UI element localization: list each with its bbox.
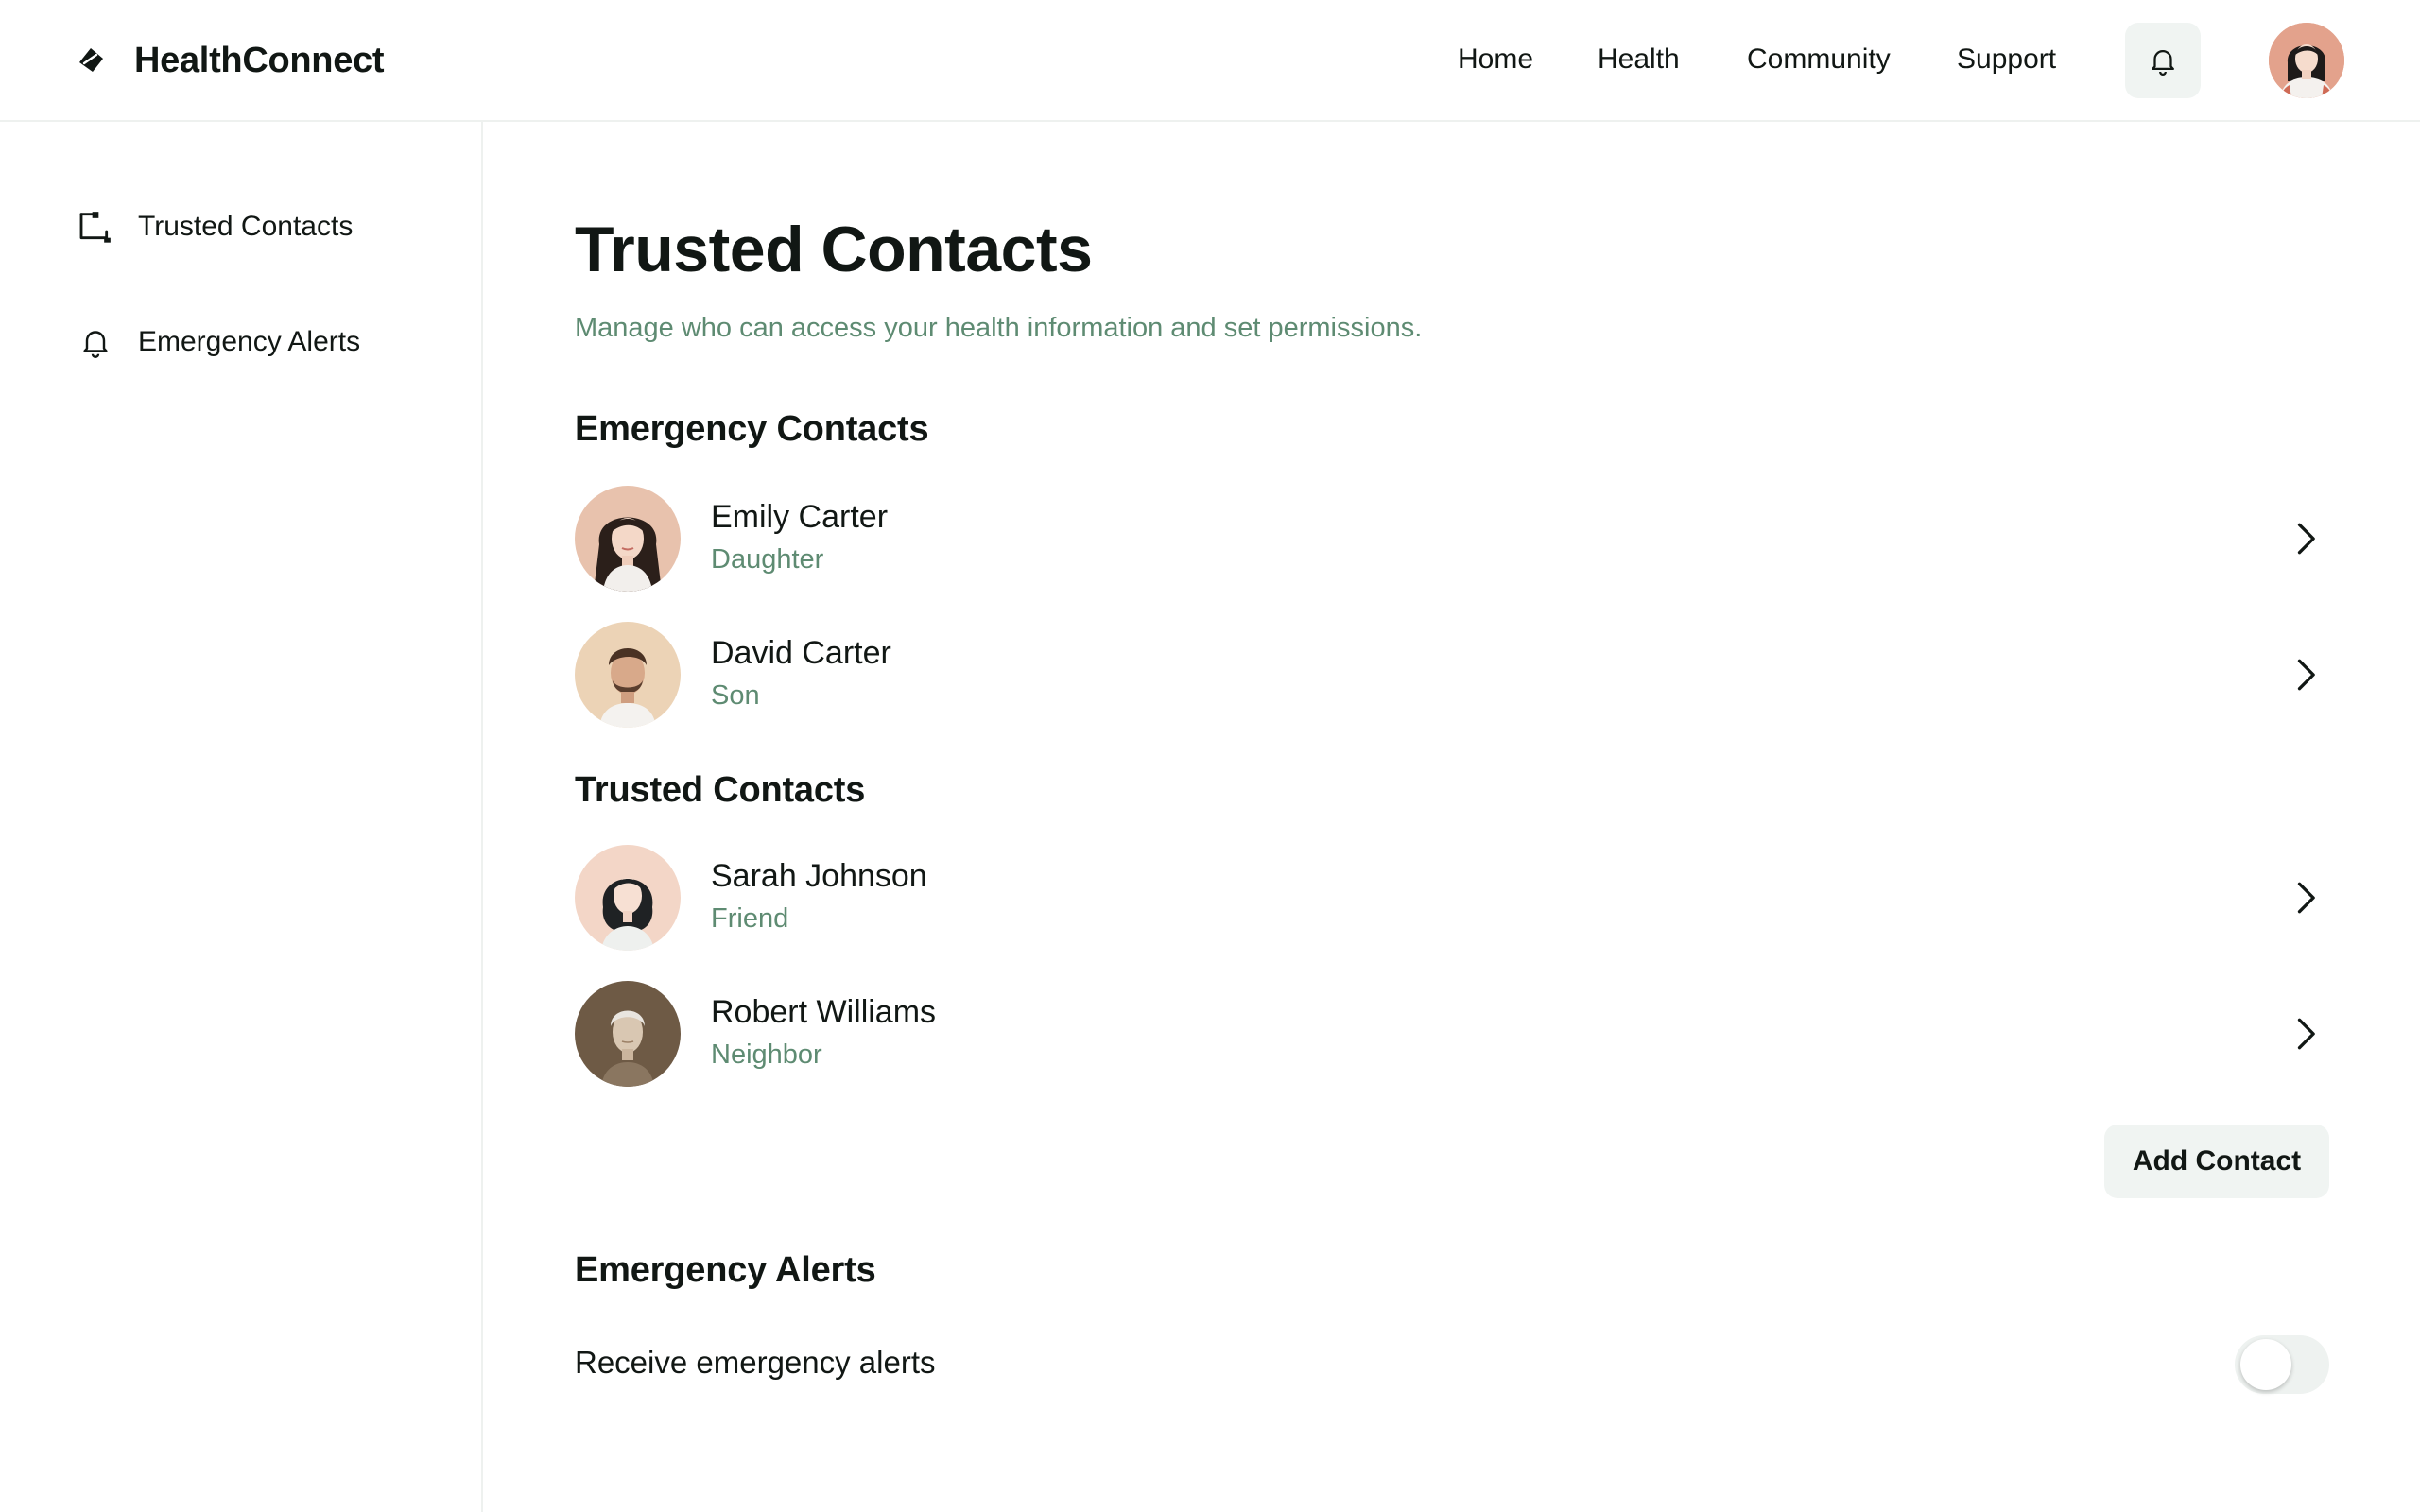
section-heading-emergency-alerts: Emergency Alerts [575, 1250, 876, 1290]
main-content: Trusted Contacts Manage who can access y… [575, 122, 2329, 1512]
contact-name: David Carter [711, 635, 891, 671]
page-subtitle: Manage who can access your health inform… [575, 313, 1423, 343]
contact-name: Sarah Johnson [711, 858, 927, 894]
contacts-card-icon [76, 207, 115, 247]
contact-name: Emily Carter [711, 499, 889, 535]
chevron-right-icon [2297, 882, 2315, 914]
nav-support[interactable]: Support [1957, 43, 2056, 76]
section-heading-emergency-contacts: Emergency Contacts [575, 409, 929, 449]
sidebar: Trusted Contacts Emergency Alerts [0, 122, 483, 1512]
bell-icon [2152, 50, 2174, 76]
page-title: Trusted Contacts [575, 214, 1093, 285]
nav-community[interactable]: Community [1747, 43, 1891, 76]
contact-row-emily-carter[interactable]: Emily Carter Daughter [575, 486, 2329, 592]
contact-row-david-carter[interactable]: David Carter Son [575, 622, 2329, 728]
brand-name: HealthConnect [134, 40, 385, 80]
notifications-button[interactable] [2125, 23, 2201, 98]
contact-name: Robert Williams [711, 994, 937, 1030]
chevron-right-icon [2297, 523, 2315, 555]
top-header: HealthConnect Home Health Community Supp… [0, 0, 2420, 122]
avatar [575, 622, 681, 728]
brand-logo-icon [79, 48, 103, 72]
add-contact-button[interactable]: Add Contact [2104, 1125, 2329, 1198]
contact-relation: Neighbor [711, 1040, 822, 1070]
chevron-right-icon [2297, 1018, 2315, 1050]
avatar [575, 981, 681, 1087]
contact-row-sarah-johnson[interactable]: Sarah Johnson Friend [575, 845, 2329, 951]
toggle-knob [2240, 1339, 2291, 1390]
brand[interactable]: HealthConnect [76, 36, 385, 85]
contact-row-robert-williams[interactable]: Robert Williams Neighbor [575, 981, 2329, 1087]
nav-health[interactable]: Health [1598, 43, 1680, 76]
avatar [575, 845, 681, 951]
sidebar-item-label: Trusted Contacts [138, 211, 354, 242]
emergency-alerts-toggle[interactable] [2235, 1335, 2329, 1394]
contact-relation: Friend [711, 903, 789, 934]
section-heading-trusted-contacts: Trusted Contacts [575, 770, 866, 810]
chevron-right-icon [2297, 659, 2315, 691]
sidebar-item-emergency-alerts[interactable]: Emergency Alerts [76, 319, 360, 365]
user-avatar-image [2269, 23, 2344, 98]
emergency-alerts-toggle-label: Receive emergency alerts [575, 1345, 936, 1380]
user-avatar[interactable] [2269, 23, 2344, 98]
contact-relation: Daughter [711, 544, 824, 575]
sidebar-item-trusted-contacts[interactable]: Trusted Contacts [76, 204, 353, 249]
avatar [575, 486, 681, 592]
bell-icon [76, 322, 115, 362]
sidebar-item-label: Emergency Alerts [138, 326, 361, 357]
nav-home[interactable]: Home [1458, 43, 1533, 76]
contact-relation: Son [711, 680, 760, 711]
